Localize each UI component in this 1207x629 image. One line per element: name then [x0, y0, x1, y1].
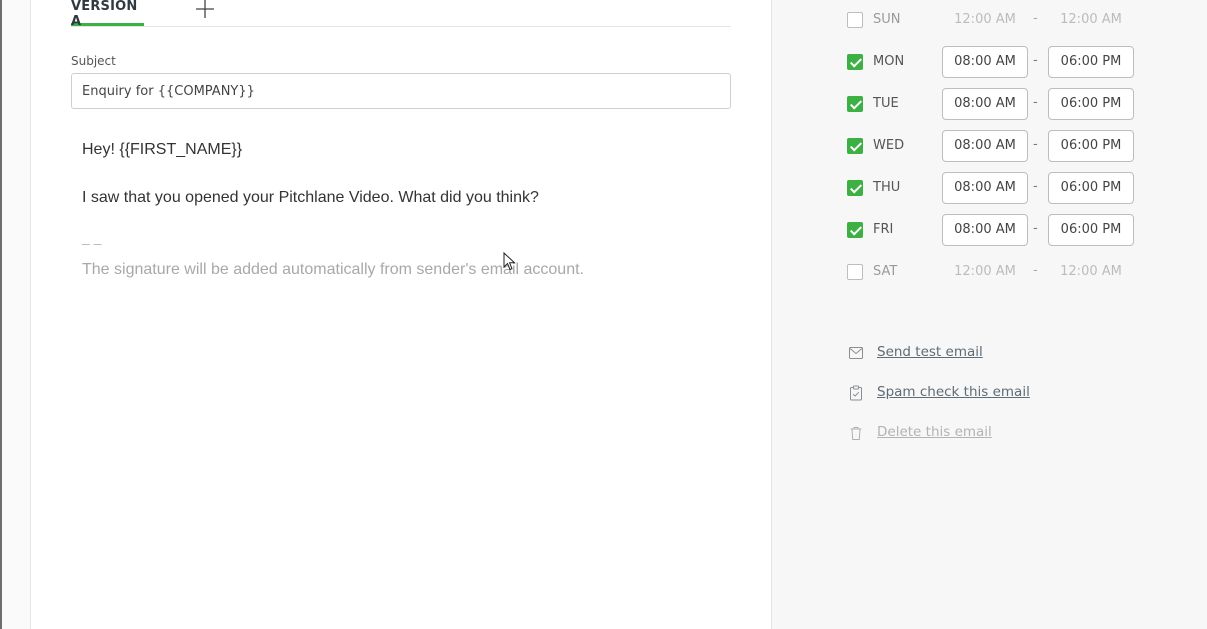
end-time-thu[interactable]: 06:00 PM	[1048, 172, 1134, 204]
email-message[interactable]: I saw that you opened your Pitchlane Vid…	[82, 189, 539, 207]
delete-email-label[interactable]: Delete this email	[877, 424, 992, 440]
day-row-sat: SAT 12:00 AM - 12:00 AM	[847, 256, 1147, 288]
start-time-sun[interactable]: 12:00 AM	[942, 4, 1028, 36]
start-time-fri[interactable]: 08:00 AM	[942, 214, 1028, 246]
end-time-sat[interactable]: 12:00 AM	[1048, 256, 1134, 288]
start-time-thu[interactable]: 08:00 AM	[942, 172, 1028, 204]
add-version-button[interactable]	[194, 0, 216, 20]
day-checkbox-fri[interactable]	[847, 222, 863, 238]
clipboard-check-icon	[850, 385, 862, 401]
send-test-email-link[interactable]: Send test email	[848, 343, 1108, 363]
send-test-email-label[interactable]: Send test email	[877, 344, 983, 360]
settings-panel: SUN 12:00 AM - 12:00 AM MON 08:00 AM - 0…	[771, 0, 1207, 629]
trash-icon	[850, 427, 862, 440]
day-row-fri: FRI 08:00 AM - 06:00 PM	[847, 214, 1147, 246]
spam-check-label[interactable]: Spam check this email	[877, 384, 1030, 400]
time-separator: -	[1033, 179, 1038, 194]
day-checkbox-sun[interactable]	[847, 12, 863, 28]
subject-input[interactable]	[71, 73, 731, 109]
end-time-mon[interactable]: 06:00 PM	[1048, 46, 1134, 78]
plus-icon	[196, 0, 214, 18]
day-checkbox-wed[interactable]	[847, 138, 863, 154]
start-time-sat[interactable]: 12:00 AM	[942, 256, 1028, 288]
day-checkbox-thu[interactable]	[847, 180, 863, 196]
email-greeting[interactable]: Hey! {{FIRST_NAME}}	[82, 141, 242, 159]
day-row-sun: SUN 12:00 AM - 12:00 AM	[847, 4, 1147, 36]
day-label-sat: SAT	[873, 264, 898, 279]
day-row-tue: TUE 08:00 AM - 06:00 PM	[847, 88, 1147, 120]
tab-version-a[interactable]: VERSION A	[71, 0, 144, 29]
start-time-wed[interactable]: 08:00 AM	[942, 130, 1028, 162]
time-separator: -	[1033, 11, 1038, 26]
time-separator: -	[1033, 53, 1038, 68]
time-separator: -	[1033, 221, 1038, 236]
day-checkbox-sat[interactable]	[847, 264, 863, 280]
time-separator: -	[1033, 137, 1038, 152]
mouse-cursor-icon	[503, 252, 516, 271]
day-label-mon: MON	[873, 54, 905, 69]
version-tabs: VERSION A	[71, 0, 731, 29]
day-row-thu: THU 08:00 AM - 06:00 PM	[847, 172, 1147, 204]
start-time-mon[interactable]: 08:00 AM	[942, 46, 1028, 78]
day-label-wed: WED	[873, 138, 905, 153]
left-gutter	[2, 0, 31, 629]
day-row-wed: WED 08:00 AM - 06:00 PM	[847, 130, 1147, 162]
time-separator: -	[1033, 263, 1038, 278]
end-time-tue[interactable]: 06:00 PM	[1048, 88, 1134, 120]
spam-check-link[interactable]: Spam check this email	[848, 383, 1108, 403]
day-row-mon: MON 08:00 AM - 06:00 PM	[847, 46, 1147, 78]
signature-separator: _ _	[82, 229, 102, 245]
email-editor: VERSION A Subject Hey! {{FIRST_NAME}} I …	[31, 0, 771, 629]
end-time-sun[interactable]: 12:00 AM	[1048, 4, 1134, 36]
end-time-fri[interactable]: 06:00 PM	[1048, 214, 1134, 246]
subject-label: Subject	[71, 54, 116, 68]
day-checkbox-tue[interactable]	[847, 96, 863, 112]
day-label-fri: FRI	[873, 222, 894, 237]
day-checkbox-mon[interactable]	[847, 54, 863, 70]
day-label-sun: SUN	[873, 12, 901, 27]
day-label-thu: THU	[873, 180, 901, 195]
time-separator: -	[1033, 95, 1038, 110]
end-time-wed[interactable]: 06:00 PM	[1048, 130, 1134, 162]
delete-email-link[interactable]: Delete this email	[848, 423, 1108, 443]
start-time-tue[interactable]: 08:00 AM	[942, 88, 1028, 120]
day-label-tue: TUE	[873, 96, 899, 111]
mail-icon	[849, 347, 863, 359]
